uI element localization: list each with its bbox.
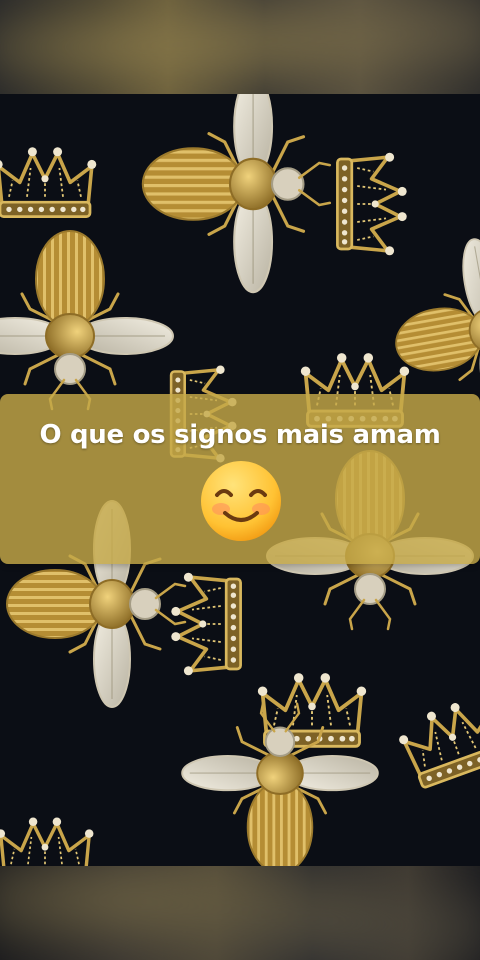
- blurred-background-bottom: [0, 866, 480, 960]
- smiling-face-with-smiling-eyes-icon: [201, 461, 281, 541]
- caption-text: O que os signos mais amam: [39, 420, 441, 450]
- blurred-background-top: [0, 0, 480, 94]
